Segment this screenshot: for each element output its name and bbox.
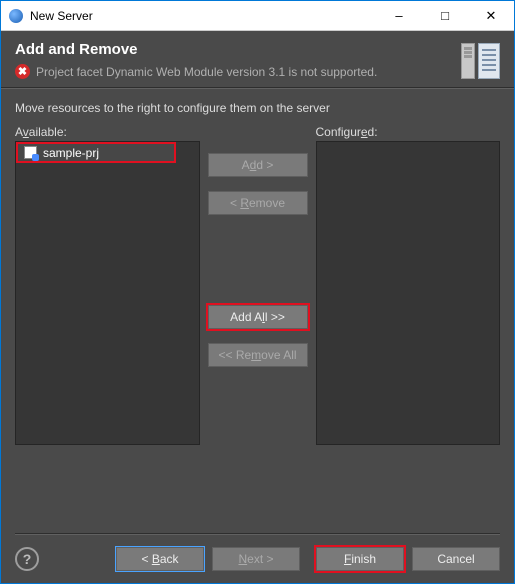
window-controls: – □ ✕ [376, 1, 514, 30]
configured-column: Configured: [316, 125, 501, 445]
finish-button[interactable]: Finish [316, 547, 404, 571]
wizard-footer: ? < Back Next > Finish Cancel [1, 523, 514, 583]
page-title: Add and Remove [15, 41, 461, 58]
minimize-button[interactable]: – [376, 1, 422, 30]
project-icon [24, 146, 37, 159]
add-button[interactable]: Add > [208, 153, 308, 177]
available-column: Available: sample-prj [15, 125, 200, 445]
banner-icon [461, 41, 500, 79]
separator [15, 533, 500, 535]
wizard-header: Add and Remove ✖ Project facet Dynamic W… [1, 31, 514, 87]
wizard-body: Move resources to the right to configure… [1, 89, 514, 457]
server-icon [461, 43, 475, 79]
instruction-text: Move resources to the right to configure… [15, 101, 500, 115]
configured-list[interactable] [316, 141, 501, 445]
titlebar: New Server – □ ✕ [1, 1, 514, 31]
app-icon [9, 9, 23, 23]
available-item[interactable]: sample-prj [17, 143, 175, 162]
next-button[interactable]: Next > [212, 547, 300, 571]
cancel-button[interactable]: Cancel [412, 547, 500, 571]
help-button[interactable]: ? [15, 547, 39, 571]
close-button[interactable]: ✕ [468, 1, 514, 30]
add-all-button[interactable]: Add All >> [208, 305, 308, 329]
error-icon: ✖ [15, 64, 30, 79]
available-label: Available: [15, 125, 200, 139]
error-text: Project facet Dynamic Web Module version… [36, 65, 377, 79]
document-icon [478, 43, 500, 79]
error-line: ✖ Project facet Dynamic Web Module versi… [15, 64, 461, 79]
back-button[interactable]: < Back [116, 547, 204, 571]
transfer-panels: Available: sample-prj Add > < Remove Add… [15, 125, 500, 445]
remove-all-button[interactable]: << Remove All [208, 343, 308, 367]
window-title: New Server [30, 9, 376, 23]
available-item-label: sample-prj [43, 146, 99, 160]
remove-button[interactable]: < Remove [208, 191, 308, 215]
maximize-button[interactable]: □ [422, 1, 468, 30]
transfer-buttons: Add > < Remove Add All >> << Remove All [208, 125, 308, 445]
configured-label: Configured: [316, 125, 501, 139]
available-list[interactable]: sample-prj [15, 141, 200, 445]
